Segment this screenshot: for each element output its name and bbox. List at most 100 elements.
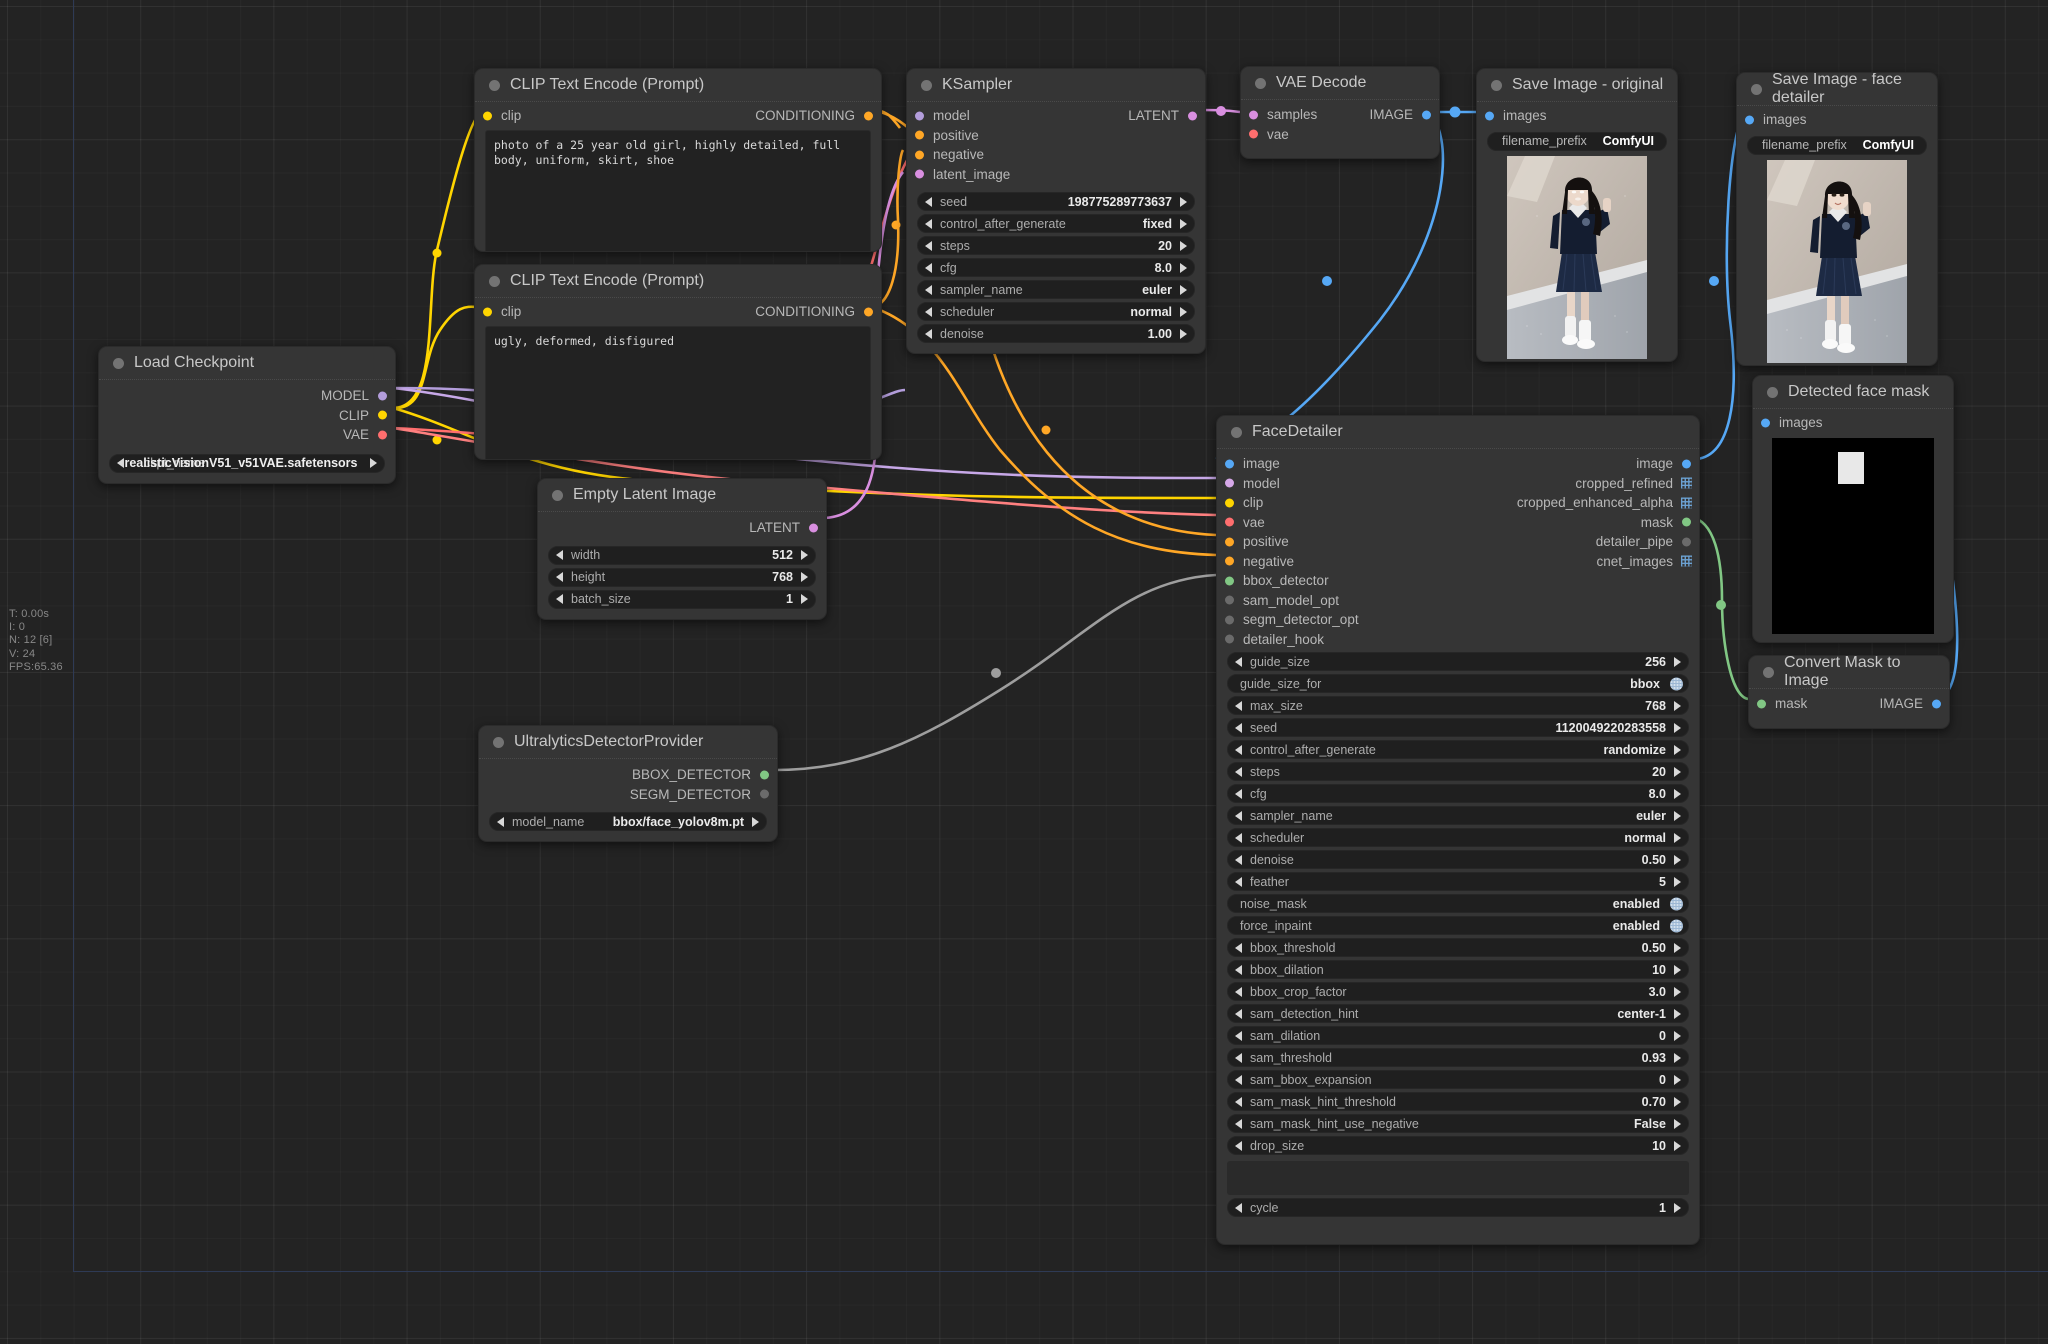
- widget-control-after-generate[interactable]: control_after_generate fixed: [917, 214, 1195, 233]
- decrement-arrow-icon[interactable]: [1235, 1096, 1242, 1107]
- widget-width[interactable]: width 512: [548, 545, 816, 565]
- widget-steps[interactable]: steps 20: [1227, 762, 1689, 781]
- node-save-image-face-detailer[interactable]: Save Image - face detailer images filena…: [1736, 72, 1938, 366]
- increment-arrow-icon[interactable]: [370, 458, 377, 468]
- increment-arrow-icon[interactable]: [1180, 240, 1187, 251]
- collapse-icon[interactable]: [489, 275, 500, 287]
- output-slot-latent[interactable]: LATENT: [538, 518, 826, 538]
- widget-filename-prefix[interactable]: filename_prefix ComfyUI: [1487, 131, 1667, 151]
- decrement-arrow-icon[interactable]: [1235, 1052, 1242, 1063]
- port-dot-vae[interactable]: [1249, 129, 1258, 139]
- widget-seed[interactable]: seed 1120049220283558: [1227, 718, 1689, 737]
- port-dot-images[interactable]: [1745, 115, 1754, 125]
- output-slot-clip[interactable]: CLIP: [99, 406, 395, 426]
- widget-scheduler[interactable]: scheduler normal: [1227, 828, 1689, 847]
- node-vae-decode[interactable]: VAE Decode samples vae IMAGE: [1240, 66, 1440, 159]
- decrement-arrow-icon[interactable]: [556, 572, 563, 582]
- output-slot-cnet-images[interactable]: cnet_images: [1217, 552, 1699, 572]
- port-dot-detailer-pipe[interactable]: [1682, 537, 1691, 547]
- port-dot-positive[interactable]: [915, 130, 924, 140]
- widget-sam-mask-hint-use-negative[interactable]: sam_mask_hint_use_negative False: [1227, 1114, 1689, 1133]
- widget-batch-size[interactable]: batch_size 1: [548, 589, 816, 609]
- port-dot-model[interactable]: [378, 391, 387, 401]
- decrement-arrow-icon[interactable]: [925, 218, 932, 229]
- widget-scheduler[interactable]: scheduler normal: [917, 302, 1195, 321]
- widget-drop-size[interactable]: drop_size 10: [1227, 1136, 1689, 1155]
- node-face-detailer[interactable]: FaceDetailer image model clip vae positi…: [1216, 415, 1700, 1245]
- output-slot-vae[interactable]: VAE: [99, 425, 395, 445]
- port-dot-latent[interactable]: [1188, 111, 1197, 121]
- increment-arrow-icon[interactable]: [801, 572, 808, 582]
- decrement-arrow-icon[interactable]: [925, 196, 932, 207]
- input-slot-images[interactable]: images: [1477, 106, 1677, 126]
- collapse-icon[interactable]: [1491, 79, 1502, 91]
- port-dot-mask[interactable]: [1757, 699, 1766, 709]
- widget-force-inpaint[interactable]: force_inpaint enabled: [1227, 916, 1689, 935]
- node-detected-face-mask[interactable]: Detected face mask images: [1752, 375, 1954, 643]
- widget-bbox-dilation[interactable]: bbox_dilation 10: [1227, 960, 1689, 979]
- collapse-icon[interactable]: [1751, 83, 1762, 95]
- increment-arrow-icon[interactable]: [1674, 1074, 1681, 1085]
- increment-arrow-icon[interactable]: [1674, 986, 1681, 997]
- port-dot-mask-out[interactable]: [1682, 517, 1691, 527]
- output-slot-image[interactable]: IMAGE: [1369, 105, 1439, 125]
- image-preview[interactable]: [1767, 159, 1907, 363]
- input-slot-bbox-detector[interactable]: bbox_detector: [1217, 571, 1699, 591]
- port-dot-bbox-detector[interactable]: [1225, 576, 1234, 586]
- node-title-bar[interactable]: CLIP Text Encode (Prompt): [475, 265, 881, 298]
- node-title-bar[interactable]: Convert Mask to Image: [1749, 656, 1949, 689]
- toggle-knob-icon[interactable]: [1670, 677, 1683, 690]
- widget-sam-threshold[interactable]: sam_threshold 0.93: [1227, 1048, 1689, 1067]
- increment-arrow-icon[interactable]: [752, 816, 759, 827]
- decrement-arrow-icon[interactable]: [1235, 876, 1242, 887]
- port-dot-detailer-hook[interactable]: [1225, 634, 1234, 644]
- decrement-arrow-icon[interactable]: [1235, 986, 1242, 997]
- output-slot-detailer-pipe[interactable]: detailer_pipe: [1217, 532, 1699, 552]
- widget-model-name[interactable]: model_name bbox/face_yolov8m.pt: [489, 812, 767, 831]
- node-title-bar[interactable]: Save Image - face detailer: [1737, 73, 1937, 106]
- decrement-arrow-icon[interactable]: [1235, 832, 1242, 843]
- output-slot-cropped-enhanced-alpha[interactable]: cropped_enhanced_alpha: [1217, 493, 1699, 513]
- decrement-arrow-icon[interactable]: [1235, 1140, 1242, 1151]
- increment-arrow-icon[interactable]: [1674, 832, 1681, 843]
- output-slot-image[interactable]: IMAGE: [1879, 694, 1949, 714]
- widget-ckpt-name[interactable]: ckpt_name realisticVisionV51_v51VAE.safe…: [109, 453, 385, 473]
- increment-arrow-icon[interactable]: [1674, 1008, 1681, 1019]
- widget-denoise[interactable]: denoise 1.00: [917, 324, 1195, 343]
- port-dot-images[interactable]: [1761, 418, 1770, 428]
- increment-arrow-icon[interactable]: [1674, 744, 1681, 755]
- increment-arrow-icon[interactable]: [801, 550, 808, 560]
- widget-sampler-name[interactable]: sampler_name euler: [917, 280, 1195, 299]
- node-title-bar[interactable]: Save Image - original: [1477, 69, 1677, 102]
- input-slot-vae[interactable]: vae: [1241, 125, 1439, 145]
- widget-sam-detection-hint[interactable]: sam_detection_hint center-1: [1227, 1004, 1689, 1023]
- increment-arrow-icon[interactable]: [1674, 1030, 1681, 1041]
- increment-arrow-icon[interactable]: [1674, 1052, 1681, 1063]
- increment-arrow-icon[interactable]: [1674, 788, 1681, 799]
- increment-arrow-icon[interactable]: [1674, 1202, 1681, 1213]
- widget-control-after-generate[interactable]: control_after_generate randomize: [1227, 740, 1689, 759]
- widget-feather[interactable]: feather 5: [1227, 872, 1689, 891]
- output-slot-cropped-refined[interactable]: cropped_refined: [1217, 474, 1699, 494]
- toggle-knob-icon[interactable]: [1670, 897, 1683, 910]
- decrement-arrow-icon[interactable]: [925, 240, 932, 251]
- output-slot-image[interactable]: image: [1217, 454, 1699, 474]
- node-title-bar[interactable]: CLIP Text Encode (Prompt): [475, 69, 881, 102]
- increment-arrow-icon[interactable]: [1674, 942, 1681, 953]
- widget-sampler-name[interactable]: sampler_name euler: [1227, 806, 1689, 825]
- widget-sam-bbox-expansion[interactable]: sam_bbox_expansion 0: [1227, 1070, 1689, 1089]
- port-dot-segm-detector[interactable]: [760, 789, 769, 799]
- output-slot-latent[interactable]: LATENT: [1128, 106, 1205, 126]
- increment-arrow-icon[interactable]: [1180, 328, 1187, 339]
- increment-arrow-icon[interactable]: [1180, 218, 1187, 229]
- increment-arrow-icon[interactable]: [1674, 810, 1681, 821]
- widget-height[interactable]: height 768: [548, 567, 816, 587]
- node-title-bar[interactable]: UltralyticsDetectorProvider: [479, 726, 777, 759]
- input-slot-clip[interactable]: clip: [475, 302, 521, 322]
- increment-arrow-icon[interactable]: [801, 594, 808, 604]
- port-dot-model[interactable]: [915, 111, 924, 121]
- collapse-icon[interactable]: [113, 357, 124, 369]
- decrement-arrow-icon[interactable]: [1235, 700, 1242, 711]
- widget-guide-size[interactable]: guide_size 256: [1227, 652, 1689, 671]
- port-dot-image[interactable]: [1932, 699, 1941, 709]
